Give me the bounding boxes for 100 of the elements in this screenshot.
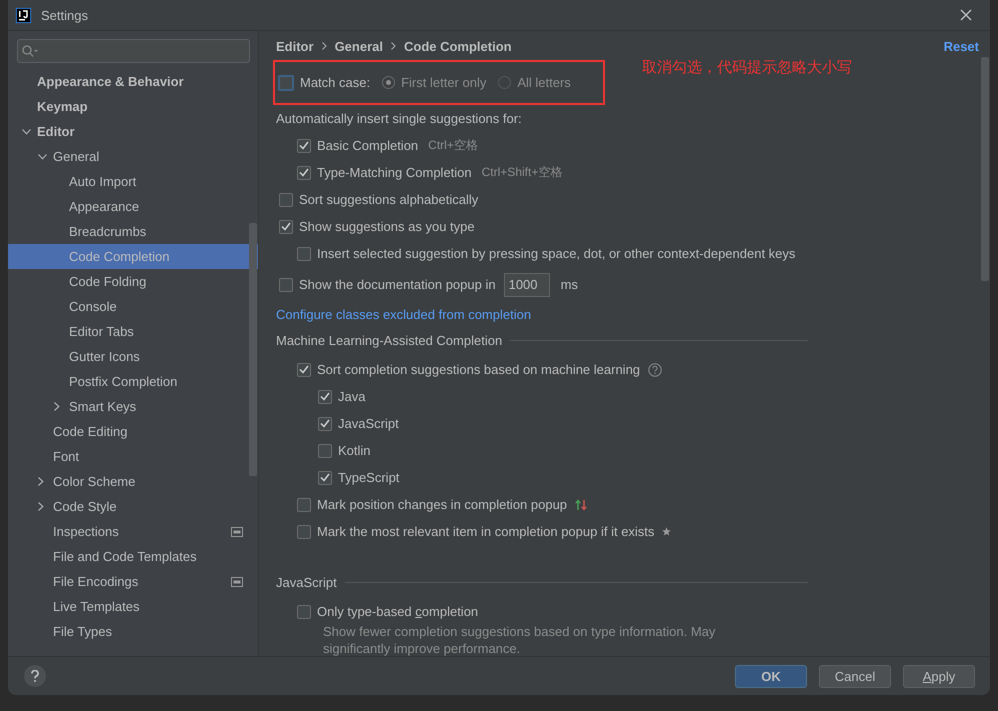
search-field[interactable]	[17, 39, 250, 63]
tree-item[interactable]: General	[8, 144, 258, 169]
window-title: Settings	[41, 8, 89, 22]
tree-item-label: Appearance	[69, 199, 140, 214]
chevron-right-icon	[322, 42, 327, 50]
reset-link[interactable]: Reset	[944, 38, 979, 54]
radio-label: All letters	[517, 75, 571, 90]
tree-item[interactable]: Code Style	[8, 494, 258, 519]
number-field[interactable]: 1000	[504, 272, 550, 296]
shortcut-hint: Ctrl+Shift+空格	[482, 164, 562, 181]
tree-item-label: Editor	[37, 124, 75, 139]
app-logo-icon	[16, 8, 31, 22]
help-icon[interactable]	[648, 362, 662, 376]
up-down-arrows-icon	[575, 498, 588, 510]
tree-item-label: File and Code Templates	[53, 549, 197, 564]
checkbox[interactable]	[297, 524, 311, 538]
tree-item-label: Postfix Completion	[69, 374, 178, 389]
tree-item-label: Breadcrumbs	[69, 224, 146, 239]
tree-item[interactable]: Postfix Completion	[8, 369, 258, 394]
tree-item-label: Inspections	[53, 524, 119, 539]
section-title: Machine Learning-Assisted Completion	[276, 333, 502, 348]
tree-item[interactable]: Console	[8, 294, 258, 319]
checkbox[interactable]	[318, 470, 332, 484]
scrollbar-thumb[interactable]	[249, 223, 257, 476]
tree-item[interactable]: Color Scheme	[8, 469, 258, 494]
shortcut-hint: Ctrl+空格	[428, 137, 478, 154]
tree-item-label: Code Completion	[69, 249, 170, 264]
dialog-button[interactable]: OK	[735, 664, 807, 688]
tree-item-label: Code Folding	[69, 274, 146, 289]
tree-item-label: Color Scheme	[53, 474, 136, 489]
tree-item[interactable]: Font	[8, 444, 258, 469]
checkbox[interactable]	[297, 246, 311, 260]
tree-item[interactable]: Auto Import	[8, 169, 258, 194]
checkbox[interactable]	[318, 444, 332, 458]
checkbox[interactable]	[297, 166, 311, 180]
checkbox-label: Mark position changes in completion popup	[317, 497, 568, 512]
chevron-right-icon	[390, 42, 396, 50]
tree-item[interactable]: File Types	[8, 619, 258, 644]
checkbox[interactable]	[297, 362, 311, 376]
checkbox-label: Only type-based completion	[317, 604, 478, 619]
tree-item[interactable]: Appearance & Behavior	[8, 69, 258, 94]
tree-item[interactable]: Smart Keys	[8, 394, 258, 419]
tree-item-label: Console	[69, 299, 117, 314]
tree-item-label: Auto Import	[69, 174, 136, 189]
checkbox-label: Show the documentation popup in	[299, 277, 496, 292]
tree-item[interactable]: Appearance	[8, 194, 258, 219]
checkbox-label: TypeScript	[338, 470, 400, 485]
tree-item-label: Live Templates	[53, 599, 140, 614]
tree-item[interactable]: Breadcrumbs	[8, 219, 258, 244]
tree-item-label: Editor Tabs	[69, 324, 134, 339]
checkbox-label: Java	[338, 389, 366, 404]
tree-item[interactable]: File and Code Templates	[8, 544, 258, 569]
tree-item-label: Smart Keys	[69, 399, 136, 414]
dialog-button[interactable]: Apply	[903, 664, 975, 688]
breadcrumb[interactable]: General	[334, 38, 383, 54]
tree-item[interactable]: Gutter Icons	[8, 344, 258, 369]
search-icon	[22, 45, 38, 57]
checkbox[interactable]	[297, 498, 311, 512]
scrollbar-thumb[interactable]	[981, 57, 989, 281]
tree-item-label: File Types	[53, 624, 112, 639]
breadcrumb[interactable]: Editor	[276, 38, 314, 54]
tree-item[interactable]: Inspections	[8, 519, 258, 544]
tree-item[interactable]: Editor Tabs	[8, 319, 258, 344]
dialog-button[interactable]: Cancel	[819, 664, 891, 688]
tree-item[interactable]: Code Folding	[8, 269, 258, 294]
checkbox-label: Basic Completion	[317, 138, 418, 153]
checkbox[interactable]	[297, 138, 311, 152]
tree-item-label: Code Editing	[53, 424, 128, 439]
checkbox[interactable]	[279, 220, 293, 234]
tree-item[interactable]: Code Editing	[8, 419, 258, 444]
checkbox-label: Type-Matching Completion	[317, 165, 472, 180]
checkbox-label: Sort completion suggestions based on machine learning	[317, 362, 640, 377]
checkbox-label: Show suggestions as you type	[299, 219, 475, 234]
radio-label: First letter only	[401, 75, 486, 90]
unit-label: ms	[560, 277, 578, 292]
checkbox-label: Mark the most relevant item in completion popup if it exists	[317, 524, 654, 539]
help-button[interactable]	[24, 665, 46, 687]
checkbox-label: Insert selected suggestion by pressing space, dot, or other context-dependent keys	[317, 246, 796, 261]
checkbox[interactable]	[279, 192, 293, 206]
breadcrumb[interactable]: Code Completion	[404, 38, 512, 54]
close-icon[interactable]	[960, 9, 972, 21]
tree-item-label: Gutter Icons	[69, 349, 140, 364]
tree-item[interactable]: File Encodings	[8, 569, 258, 594]
checkbox[interactable]	[297, 604, 311, 618]
checkbox[interactable]	[278, 74, 294, 90]
tree-item-label: File Encodings	[53, 574, 138, 589]
section-title: JavaScript	[276, 575, 337, 590]
tree-item-label: General	[53, 149, 100, 164]
description-text: Show fewer completion suggestions based on type information. May significantly improve performance.	[323, 623, 716, 656]
checkbox[interactable]	[318, 416, 332, 430]
tree-item-label: Font	[53, 449, 80, 464]
checkbox[interactable]	[279, 278, 293, 292]
checkbox-label: Sort suggestions alphabetically	[299, 192, 478, 207]
tree-item[interactable]: Editor	[8, 119, 258, 144]
link[interactable]: Configure classes excluded from completion	[276, 307, 532, 322]
tree-item[interactable]: Live Templates	[8, 594, 258, 619]
annotation-text: 取消勾选，代码提示忽略大小写	[642, 58, 852, 77]
tree-item[interactable]: Keymap	[8, 94, 258, 119]
star-icon	[662, 527, 672, 536]
checkbox[interactable]	[318, 390, 332, 404]
